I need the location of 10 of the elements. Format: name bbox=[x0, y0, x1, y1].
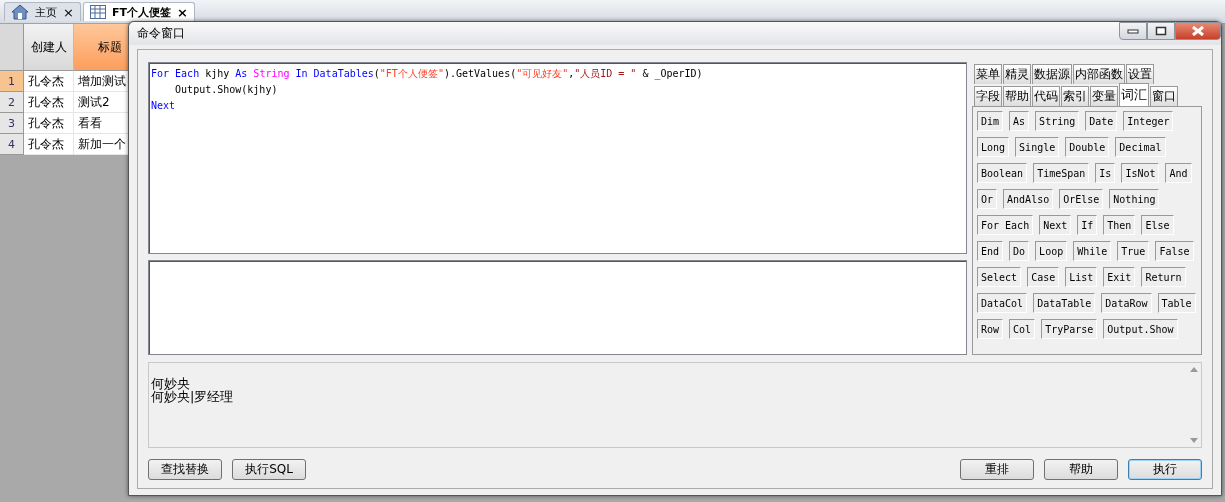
table-cell: 孔令杰 bbox=[24, 71, 74, 92]
window-title: 命令窗口 bbox=[137, 25, 186, 42]
tab-label: 主页 bbox=[35, 4, 57, 20]
output-line: 何妙央 bbox=[151, 377, 191, 390]
table-cell: 孔令杰 bbox=[24, 113, 74, 134]
tab-label: FT个人便签 bbox=[111, 4, 171, 20]
code-line: Next bbox=[151, 99, 177, 113]
table-cell: 孔令杰 bbox=[24, 134, 74, 155]
table-cell: 孔令杰 bbox=[24, 92, 74, 113]
output-line: 何妙央|罗经理 bbox=[151, 390, 235, 403]
